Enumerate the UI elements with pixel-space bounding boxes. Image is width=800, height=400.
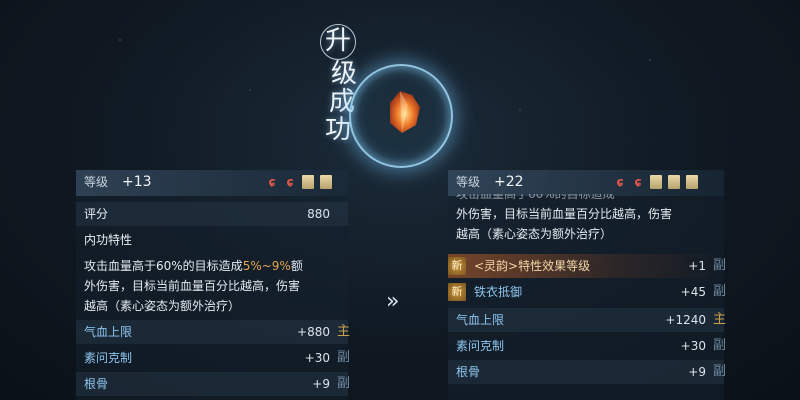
- scroll-slot-icon: [668, 175, 680, 189]
- trait-description: 攻击血量高于60%的目标造成5%~9%额 外伤害，目标当前血量百分比越高，伤害 …: [84, 256, 338, 316]
- new-stat-value: +1: [688, 259, 706, 273]
- scroll-slot-icon: [650, 175, 662, 189]
- trait-line1: 攻击血量高于60%的目标造成: [456, 194, 615, 201]
- new-stat-label: <灵韵>特性效果等级: [474, 259, 591, 273]
- stat-value: +30: [680, 339, 706, 353]
- flame-slot-icon: ɕ: [268, 175, 276, 189]
- trait-line1-post: 额: [290, 259, 303, 273]
- trait-title: 内功特性: [84, 233, 133, 247]
- new-stat-label: 铁衣抵御: [474, 285, 523, 299]
- scroll-slot-icon: [320, 175, 332, 189]
- flame-slot-icon: ɕ: [286, 175, 294, 189]
- new-stat-value: +45: [680, 285, 706, 299]
- new-badge: 新: [448, 257, 466, 275]
- level-value: +22: [494, 174, 524, 190]
- stat-label: 素问克制: [84, 351, 133, 365]
- title-char-1: 升: [320, 24, 356, 60]
- sub-tag: 副: [712, 338, 726, 353]
- sub-tag: 副: [336, 350, 350, 365]
- trait-line3: 越高（素心姿态为额外治疗）: [456, 227, 613, 241]
- stat-value: +1240: [665, 313, 706, 327]
- flame-slot-icon: ɕ: [616, 175, 624, 189]
- trait-highlight: 5%~9%: [242, 259, 291, 273]
- sub-tag: 副: [712, 284, 726, 299]
- before-panel: 等级 +13 ɕ ɕ 评分 880 内功特性 攻击血量高于60%的目标造成5%~…: [76, 170, 350, 400]
- score-value: 880: [307, 207, 330, 221]
- level-value: +13: [122, 174, 152, 190]
- main-tag: 主: [712, 312, 726, 327]
- stat-row: 气血上限 +880 主: [76, 320, 350, 344]
- trait-line3: 越高（素心姿态为额外治疗）: [84, 299, 241, 313]
- stat-value: +30: [304, 351, 330, 365]
- flame-gem-icon: [390, 91, 420, 133]
- trait-line1-pre: 攻击血量高于60%的目标造成: [84, 259, 243, 273]
- level-row: 等级 +13 ɕ ɕ: [76, 170, 348, 196]
- trait-description: 攻击血量高于60%的目标造成 外伤害，目标当前血量百分比越高，伤害 越高（素心姿…: [456, 194, 714, 250]
- scroll-slot-icon: [302, 175, 314, 189]
- main-tag: 主: [336, 324, 350, 339]
- new-badge: 新: [448, 283, 466, 301]
- after-panel: 等级 +22 ɕ ɕ 攻击血量高于60%的目标造成 外伤害，目标当前血量百分比越…: [448, 170, 726, 400]
- sub-tag: 副: [712, 258, 726, 273]
- score-row: 评分 880: [76, 202, 348, 226]
- trait-title-row: 内功特性: [76, 228, 348, 252]
- stat-value: +9: [312, 377, 330, 391]
- stat-value: +9: [688, 365, 706, 379]
- sub-tag: 副: [336, 376, 350, 391]
- new-stat-row: 新 铁衣抵御 +45 副: [448, 280, 726, 304]
- trait-line2: 外伤害，目标当前血量百分比越高，伤害: [456, 207, 673, 221]
- level-label: 等级: [456, 175, 481, 189]
- stat-label: 气血上限: [456, 313, 505, 327]
- flame-slot-icon: ɕ: [634, 175, 642, 189]
- stat-row: 素问克制 +30 副: [448, 334, 726, 358]
- sub-tag: 副: [712, 364, 726, 379]
- stat-label: 气血上限: [84, 325, 133, 339]
- stat-row: 气血上限 +1240 主: [448, 308, 726, 332]
- score-label: 评分: [84, 207, 109, 221]
- scroll-slot-icon: [686, 175, 698, 189]
- stat-row: 素问克制 +30 副: [76, 346, 350, 370]
- slot-icons: ɕ ɕ: [266, 175, 332, 189]
- stat-row: 根骨 +9 副: [76, 372, 350, 396]
- stat-row: 根骨 +9 副: [448, 360, 726, 384]
- slot-icons: ɕ ɕ: [614, 175, 698, 189]
- upgrade-arrow-icon: »: [386, 289, 400, 314]
- level-row: 等级 +22 ɕ ɕ: [448, 170, 724, 196]
- stat-label: 根骨: [456, 365, 481, 379]
- stat-label: 素问克制: [456, 339, 505, 353]
- trait-line2: 外伤害，目标当前血量百分比越高，伤害: [84, 279, 301, 293]
- title-char-2: 级: [330, 59, 357, 89]
- stat-label: 根骨: [84, 377, 109, 391]
- level-label: 等级: [84, 175, 109, 189]
- stat-value: +880: [297, 325, 330, 339]
- new-stat-row: 新 <灵韵>特性效果等级 +1 副: [448, 254, 726, 278]
